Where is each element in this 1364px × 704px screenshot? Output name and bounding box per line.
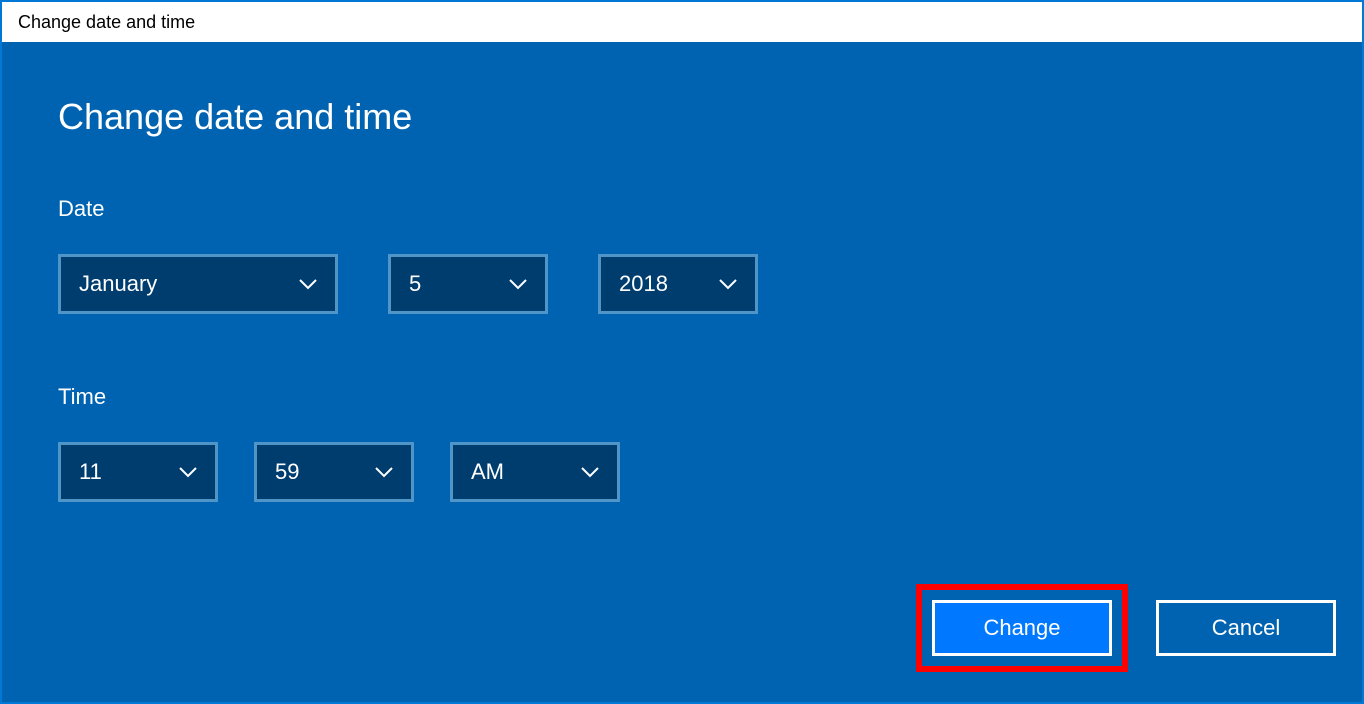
minute-value: 59 — [275, 459, 299, 485]
chevron-down-icon — [299, 278, 317, 290]
date-row: January 5 2018 — [58, 254, 1306, 314]
minute-select[interactable]: 59 — [254, 442, 414, 502]
time-row: 11 59 AM — [58, 442, 1306, 502]
chevron-down-icon — [179, 466, 197, 478]
month-value: January — [79, 271, 157, 297]
day-select[interactable]: 5 — [388, 254, 548, 314]
day-value: 5 — [409, 271, 421, 297]
hour-select[interactable]: 11 — [58, 442, 218, 502]
cancel-button[interactable]: Cancel — [1156, 600, 1336, 656]
dialog-window: Change date and time Change date and tim… — [0, 0, 1364, 704]
chevron-down-icon — [581, 466, 599, 478]
titlebar-title: Change date and time — [18, 12, 195, 33]
hour-value: 11 — [79, 459, 102, 485]
chevron-down-icon — [375, 466, 393, 478]
year-select[interactable]: 2018 — [598, 254, 758, 314]
date-label: Date — [58, 196, 1306, 222]
chevron-down-icon — [509, 278, 527, 290]
highlight-marker: Change — [916, 584, 1128, 672]
chevron-down-icon — [719, 278, 737, 290]
ampm-select[interactable]: AM — [450, 442, 620, 502]
titlebar: Change date and time — [2, 2, 1362, 42]
dialog-buttons: Change Cancel — [916, 584, 1336, 672]
dialog-content: Change date and time Date January 5 2018 — [2, 42, 1362, 702]
time-label: Time — [58, 384, 1306, 410]
year-value: 2018 — [619, 271, 668, 297]
ampm-value: AM — [471, 459, 504, 485]
month-select[interactable]: January — [58, 254, 338, 314]
change-button[interactable]: Change — [932, 600, 1112, 656]
page-title: Change date and time — [58, 96, 1306, 138]
